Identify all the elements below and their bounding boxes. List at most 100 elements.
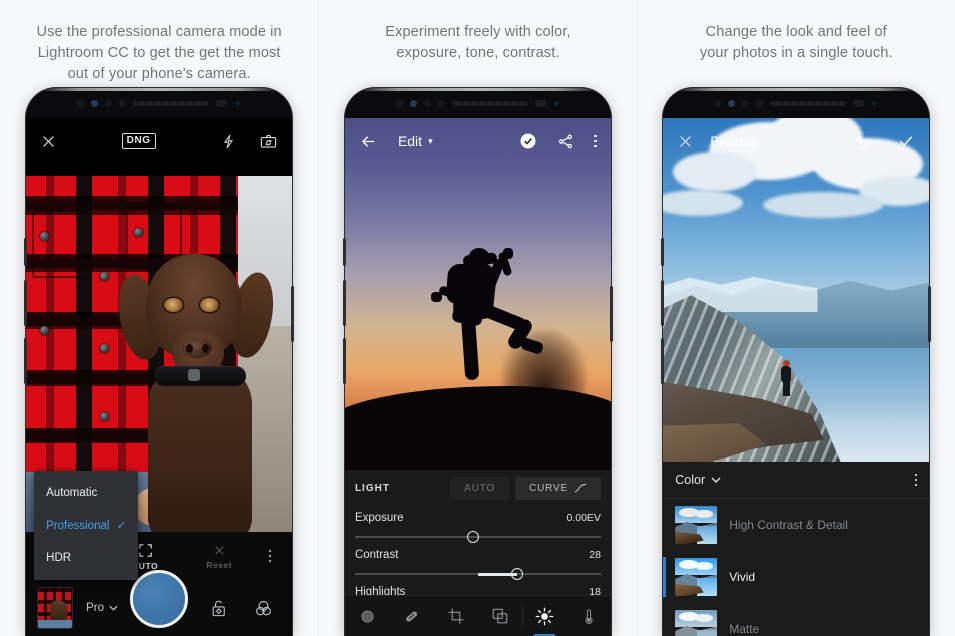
reset-close-icon bbox=[212, 543, 227, 558]
slider-track[interactable] bbox=[354, 531, 601, 543]
panel-presets: Change the look and feel of your photos … bbox=[636, 0, 955, 636]
dng-format-badge[interactable]: DNG bbox=[121, 133, 156, 149]
tool-healing-brush[interactable] bbox=[389, 596, 433, 636]
edit-topbar: Edit ▾ bbox=[345, 118, 611, 164]
slider-label: Exposure bbox=[354, 512, 404, 524]
edit-title-dropdown[interactable]: Edit ▾ bbox=[398, 133, 433, 149]
check-circle-icon[interactable] bbox=[519, 132, 537, 150]
light-sensor-icon bbox=[105, 99, 113, 107]
slider-knob[interactable] bbox=[467, 531, 480, 543]
close-icon[interactable] bbox=[677, 133, 694, 150]
preset-item-high-contrast-detail[interactable]: High Contrast & Detail bbox=[663, 499, 929, 551]
section-title: LIGHT bbox=[354, 482, 390, 494]
light-adjustment-panel: LIGHT AUTO CURVE Exposure 0.00EV Contras… bbox=[344, 470, 611, 636]
preset-item-matte[interactable]: Matte bbox=[663, 603, 929, 636]
curve-icon bbox=[574, 483, 587, 493]
mode-option-hdr[interactable]: HDR bbox=[34, 542, 138, 574]
slider-track[interactable] bbox=[354, 568, 601, 580]
presets-circles-icon[interactable] bbox=[253, 598, 274, 619]
photo-cliff-fjord bbox=[663, 118, 930, 462]
exposure-lock-icon[interactable] bbox=[210, 599, 229, 618]
mode-selector[interactable]: Pro bbox=[86, 602, 118, 614]
chevron-down-icon[interactable] bbox=[711, 477, 721, 483]
phone-volume-button bbox=[24, 280, 28, 326]
phone-body: Edit ▾ LIGHT AUTO CURVE Exposure 0.00EV … bbox=[344, 88, 611, 636]
panel-edit: Experiment freely with color, exposure, … bbox=[318, 0, 637, 636]
curve-button[interactable]: CURVE bbox=[515, 476, 601, 500]
preset-item-vivid[interactable]: Vivid bbox=[663, 551, 929, 603]
presets-topbar: Presets bbox=[663, 118, 929, 164]
slider-contrast[interactable]: Contrast 28 bbox=[354, 543, 601, 580]
light-sensor-icon bbox=[742, 99, 750, 107]
tool-layers[interactable] bbox=[478, 596, 522, 636]
check-icon: ✓ bbox=[116, 520, 127, 532]
light-sensor-icon bbox=[423, 99, 431, 107]
last-photo-thumbnail[interactable] bbox=[38, 588, 73, 628]
caption-line: Experiment freely with color, bbox=[385, 24, 571, 40]
camera-flip-icon[interactable] bbox=[259, 132, 278, 151]
camera-mode-dropdown[interactable]: Automatic Professional ✓ HDR bbox=[34, 471, 139, 580]
flash-icon[interactable] bbox=[220, 133, 237, 150]
caption-line: your photos in a single touch. bbox=[699, 45, 893, 61]
mode-option-label: Professional bbox=[46, 519, 110, 532]
preset-name: Matte bbox=[729, 622, 760, 636]
presets-icon bbox=[361, 609, 374, 623]
edit-title: Edit bbox=[397, 133, 423, 149]
phone-side-button bbox=[24, 238, 28, 266]
phone-power-button bbox=[291, 286, 295, 342]
phone-volume-button bbox=[24, 338, 28, 384]
check-icon[interactable] bbox=[897, 132, 915, 150]
front-camera-icon bbox=[552, 99, 560, 107]
overflow-menu-icon[interactable] bbox=[914, 473, 918, 487]
presets-group-label[interactable]: Color bbox=[675, 473, 705, 487]
tool-color[interactable] bbox=[567, 596, 611, 636]
reset-control[interactable]: Reset bbox=[182, 543, 256, 570]
camera-overflow-menu[interactable] bbox=[256, 549, 284, 563]
layers-icon bbox=[492, 608, 508, 624]
tool-presets[interactable] bbox=[345, 596, 389, 636]
light-section-header: LIGHT AUTO CURVE bbox=[355, 470, 601, 506]
auto-button[interactable]: AUTO bbox=[450, 476, 510, 500]
phone-mockup-3: Presets Color High Contrast & Detail Viv… bbox=[661, 88, 932, 636]
slider-exposure[interactable]: Exposure 0.00EV bbox=[354, 506, 601, 543]
reset-label: Reset bbox=[206, 559, 232, 570]
caption-line: out of your phone's camera. bbox=[67, 66, 251, 82]
slider-value: 0.00EV bbox=[566, 512, 601, 524]
proximity-sensor-icon bbox=[77, 99, 85, 107]
phone-body: DNG AUTO Reset Automatic Professional ✓ … bbox=[26, 88, 293, 636]
sensor-icon bbox=[534, 99, 546, 107]
silhouette-figure bbox=[427, 248, 545, 398]
iris-sensor-icon bbox=[728, 99, 736, 107]
phone-volume-button bbox=[661, 338, 665, 384]
preset-name: Vivid bbox=[729, 570, 756, 584]
phone-power-button bbox=[609, 286, 613, 342]
chevron-down-icon: ▾ bbox=[428, 135, 433, 146]
overflow-menu-icon bbox=[268, 549, 272, 563]
close-icon[interactable] bbox=[40, 133, 57, 150]
slider-knob[interactable] bbox=[511, 568, 524, 580]
back-arrow-icon[interactable] bbox=[359, 132, 378, 151]
undo-icon[interactable] bbox=[854, 132, 873, 151]
phone-volume-button bbox=[661, 280, 665, 326]
proximity-sensor-icon bbox=[395, 99, 403, 107]
chevron-down-icon bbox=[109, 605, 118, 611]
phone-side-button bbox=[661, 238, 665, 266]
earpiece-speaker bbox=[451, 100, 528, 106]
phone-top-bezel bbox=[663, 88, 930, 118]
mode-option-automatic[interactable]: Automatic bbox=[34, 477, 138, 509]
sensor-icon bbox=[853, 99, 865, 107]
mode-selector-label: Pro bbox=[86, 602, 105, 614]
sensor-icon bbox=[119, 99, 127, 107]
slider-value: 28 bbox=[589, 549, 601, 561]
panel-caption: Use the professional camera mode in Ligh… bbox=[28, 22, 290, 85]
share-icon[interactable] bbox=[557, 133, 574, 150]
tool-light[interactable] bbox=[522, 596, 566, 636]
mode-option-professional[interactable]: Professional ✓ bbox=[34, 509, 138, 542]
shutter-button[interactable] bbox=[130, 570, 189, 628]
tool-crop[interactable] bbox=[434, 596, 478, 636]
camera-screen: DNG AUTO Reset Automatic Professional ✓ … bbox=[26, 118, 293, 636]
front-camera-icon bbox=[234, 99, 242, 107]
overflow-menu-icon[interactable] bbox=[594, 134, 597, 148]
sensor-icon bbox=[216, 99, 228, 107]
presets-title: Presets bbox=[710, 133, 758, 149]
